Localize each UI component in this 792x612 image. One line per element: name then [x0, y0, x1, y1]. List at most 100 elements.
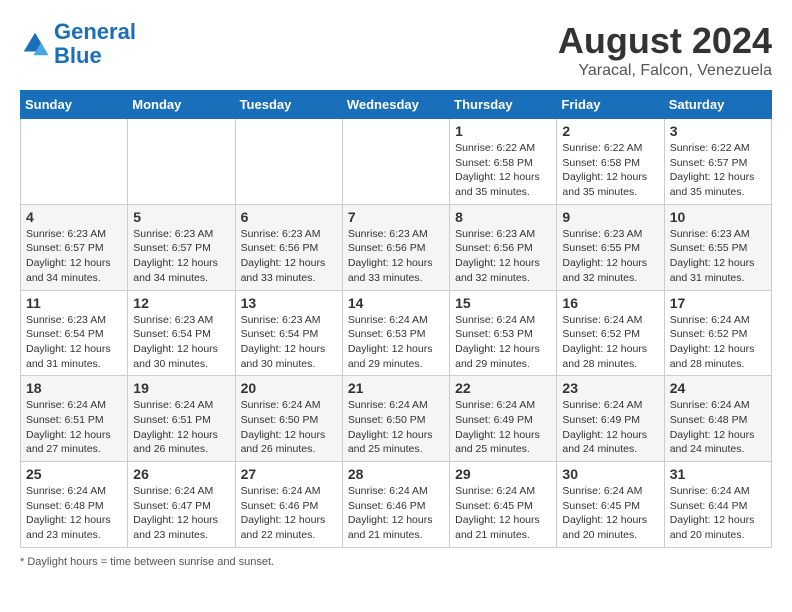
- day-detail: Sunrise: 6:23 AMSunset: 6:57 PMDaylight:…: [133, 227, 229, 286]
- day-number: 16: [562, 295, 658, 311]
- day-number: 28: [348, 466, 444, 482]
- day-number: 4: [26, 209, 122, 225]
- logo-text: General Blue: [54, 20, 136, 68]
- header-row: SundayMondayTuesdayWednesdayThursdayFrid…: [21, 91, 772, 119]
- day-detail: Sunrise: 6:24 AMSunset: 6:51 PMDaylight:…: [26, 398, 122, 457]
- day-detail: Sunrise: 6:24 AMSunset: 6:52 PMDaylight:…: [562, 313, 658, 372]
- day-number: 27: [241, 466, 337, 482]
- day-number: 13: [241, 295, 337, 311]
- day-detail: Sunrise: 6:24 AMSunset: 6:45 PMDaylight:…: [562, 484, 658, 543]
- week-row-1: 1 Sunrise: 6:22 AMSunset: 6:58 PMDaylight…: [21, 119, 772, 205]
- day-detail: Sunrise: 6:23 AMSunset: 6:55 PMDaylight:…: [670, 227, 766, 286]
- header-cell-wednesday: Wednesday: [342, 91, 449, 119]
- day-detail: Sunrise: 6:23 AMSunset: 6:56 PMDaylight:…: [348, 227, 444, 286]
- calendar-cell: 17 Sunrise: 6:24 AMSunset: 6:52 PMDayligh…: [664, 290, 771, 376]
- calendar-cell: 1 Sunrise: 6:22 AMSunset: 6:58 PMDaylight…: [450, 119, 557, 205]
- day-detail: Sunrise: 6:24 AMSunset: 6:46 PMDaylight:…: [241, 484, 337, 543]
- day-detail: Sunrise: 6:24 AMSunset: 6:50 PMDaylight:…: [348, 398, 444, 457]
- day-number: 14: [348, 295, 444, 311]
- logo-line1: General: [54, 19, 136, 44]
- calendar-cell: 22Sunrise: 6:24 AMSunset: 6:49 PMDayligh…: [450, 376, 557, 462]
- calendar-cell: 20Sunrise: 6:24 AMSunset: 6:50 PMDayligh…: [235, 376, 342, 462]
- day-detail: Sunrise: 6:23 AMSunset: 6:56 PMDaylight:…: [455, 227, 551, 286]
- calendar-body: 1 Sunrise: 6:22 AMSunset: 6:58 PMDaylight…: [21, 119, 772, 548]
- calendar-cell: [342, 119, 449, 205]
- week-row-3: 11 Sunrise: 6:23 AMSunset: 6:54 PMDayligh…: [21, 290, 772, 376]
- calendar-cell: 23Sunrise: 6:24 AMSunset: 6:49 PMDayligh…: [557, 376, 664, 462]
- day-number: 25: [26, 466, 122, 482]
- day-number: 15: [455, 295, 551, 311]
- day-number: 11: [26, 295, 122, 311]
- day-detail: Sunrise: 6:22 AMSunset: 6:58 PMDaylight:…: [562, 141, 658, 200]
- day-detail: Sunrise: 6:22 AMSunset: 6:58 PMDaylight:…: [455, 141, 551, 200]
- logo: General Blue: [20, 20, 136, 68]
- day-number: 2: [562, 123, 658, 139]
- day-detail: Sunrise: 6:23 AMSunset: 6:54 PMDaylight:…: [133, 313, 229, 372]
- day-detail: Sunrise: 6:23 AMSunset: 6:56 PMDaylight:…: [241, 227, 337, 286]
- calendar-cell: 27 Sunrise: 6:24 AMSunset: 6:46 PMDayligh…: [235, 462, 342, 548]
- header-cell-monday: Monday: [128, 91, 235, 119]
- calendar-cell: 25Sunrise: 6:24 AMSunset: 6:48 PMDayligh…: [21, 462, 128, 548]
- calendar-cell: 19 Sunrise: 6:24 AMSunset: 6:51 PMDayligh…: [128, 376, 235, 462]
- calendar-cell: 8 Sunrise: 6:23 AMSunset: 6:56 PMDaylight…: [450, 204, 557, 290]
- calendar-cell: 3Sunrise: 6:22 AMSunset: 6:57 PMDaylight…: [664, 119, 771, 205]
- calendar-cell: 26Sunrise: 6:24 AMSunset: 6:47 PMDayligh…: [128, 462, 235, 548]
- day-detail: Sunrise: 6:23 AMSunset: 6:55 PMDaylight:…: [562, 227, 658, 286]
- calendar-cell: 2 Sunrise: 6:22 AMSunset: 6:58 PMDaylight…: [557, 119, 664, 205]
- calendar-cell: 7 Sunrise: 6:23 AMSunset: 6:56 PMDaylight…: [342, 204, 449, 290]
- calendar-cell: [235, 119, 342, 205]
- day-detail: Sunrise: 6:24 AMSunset: 6:52 PMDaylight:…: [670, 313, 766, 372]
- day-number: 23: [562, 380, 658, 396]
- logo-icon: [20, 29, 50, 59]
- calendar-table: SundayMondayTuesdayWednesdayThursdayFrid…: [20, 90, 772, 548]
- day-number: 1: [455, 123, 551, 139]
- day-number: 9: [562, 209, 658, 225]
- header-cell-sunday: Sunday: [21, 91, 128, 119]
- day-number: 6: [241, 209, 337, 225]
- calendar-cell: [128, 119, 235, 205]
- calendar-cell: 10 Sunrise: 6:23 AMSunset: 6:55 PMDayligh…: [664, 204, 771, 290]
- calendar-cell: 12 Sunrise: 6:23 AMSunset: 6:54 PMDayligh…: [128, 290, 235, 376]
- calendar-cell: [21, 119, 128, 205]
- day-detail: Sunrise: 6:24 AMSunset: 6:53 PMDaylight:…: [348, 313, 444, 372]
- calendar-cell: 28Sunrise: 6:24 AMSunset: 6:46 PMDayligh…: [342, 462, 449, 548]
- main-title: August 2024: [558, 20, 772, 62]
- header-cell-tuesday: Tuesday: [235, 91, 342, 119]
- day-detail: Sunrise: 6:24 AMSunset: 6:44 PMDaylight:…: [670, 484, 766, 543]
- day-number: 12: [133, 295, 229, 311]
- calendar-cell: 31Sunrise: 6:24 AMSunset: 6:44 PMDayligh…: [664, 462, 771, 548]
- day-number: 21: [348, 380, 444, 396]
- day-detail: Sunrise: 6:24 AMSunset: 6:49 PMDaylight:…: [455, 398, 551, 457]
- day-number: 18: [26, 380, 122, 396]
- day-detail: Sunrise: 6:23 AMSunset: 6:57 PMDaylight:…: [26, 227, 122, 286]
- day-detail: Sunrise: 6:24 AMSunset: 6:51 PMDaylight:…: [133, 398, 229, 457]
- day-number: 5: [133, 209, 229, 225]
- calendar-cell: 29Sunrise: 6:24 AMSunset: 6:45 PMDayligh…: [450, 462, 557, 548]
- title-block: August 2024 Yaracal, Falcon, Venezuela: [558, 20, 772, 80]
- day-number: 17: [670, 295, 766, 311]
- day-number: 10: [670, 209, 766, 225]
- footer-note: * Daylight hours = time between sunrise …: [20, 556, 772, 568]
- calendar-cell: 14 Sunrise: 6:24 AMSunset: 6:53 PMDayligh…: [342, 290, 449, 376]
- day-number: 8: [455, 209, 551, 225]
- calendar-cell: 13Sunrise: 6:23 AMSunset: 6:54 PMDayligh…: [235, 290, 342, 376]
- header-cell-thursday: Thursday: [450, 91, 557, 119]
- day-number: 20: [241, 380, 337, 396]
- day-number: 19: [133, 380, 229, 396]
- daylight-note: Daylight hours: [27, 556, 97, 568]
- calendar-cell: 16 Sunrise: 6:24 AMSunset: 6:52 PMDayligh…: [557, 290, 664, 376]
- header-cell-saturday: Saturday: [664, 91, 771, 119]
- calendar-cell: 5 Sunrise: 6:23 AMSunset: 6:57 PMDaylight…: [128, 204, 235, 290]
- day-number: 24: [670, 380, 766, 396]
- day-detail: Sunrise: 6:24 AMSunset: 6:48 PMDaylight:…: [670, 398, 766, 457]
- week-row-4: 18 Sunrise: 6:24 AMSunset: 6:51 PMDayligh…: [21, 376, 772, 462]
- day-detail: Sunrise: 6:23 AMSunset: 6:54 PMDaylight:…: [26, 313, 122, 372]
- day-number: 7: [348, 209, 444, 225]
- day-number: 29: [455, 466, 551, 482]
- logo-line2: Blue: [54, 43, 102, 68]
- calendar-header: SundayMondayTuesdayWednesdayThursdayFrid…: [21, 91, 772, 119]
- day-number: 26: [133, 466, 229, 482]
- header-cell-friday: Friday: [557, 91, 664, 119]
- calendar-cell: 4 Sunrise: 6:23 AMSunset: 6:57 PMDaylight…: [21, 204, 128, 290]
- calendar-cell: 9 Sunrise: 6:23 AMSunset: 6:55 PMDaylight…: [557, 204, 664, 290]
